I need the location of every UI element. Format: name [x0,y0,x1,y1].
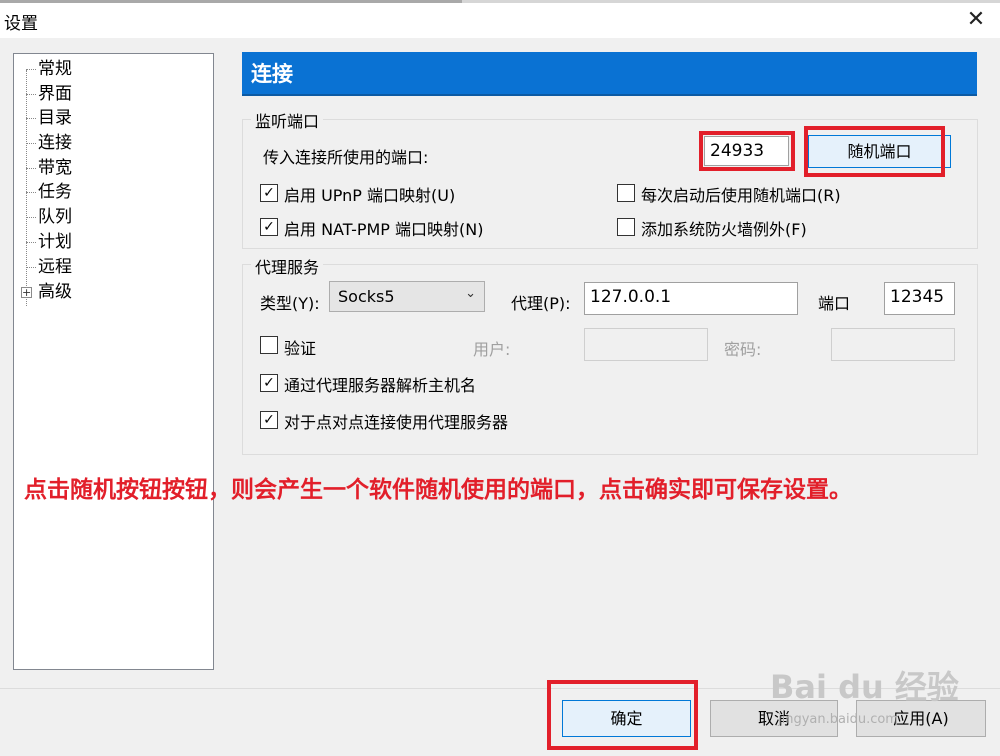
user-label: 用户: [473,340,511,359]
sidebar-item-advanced[interactable]: 高级 [38,281,72,303]
tree-connector [26,94,36,95]
section-title: 连接 [251,62,293,86]
tree-connector [26,143,36,144]
resolve-hostname-label: 通过代理服务器解析主机名 [284,376,477,395]
incoming-port-label: 传入连接所使用的端口: [263,148,429,167]
title-bar [0,0,1000,38]
tree-connector [26,118,36,119]
expand-icon[interactable]: + [21,287,32,298]
proxy-type-label: 类型(Y): [260,294,320,313]
highlight-ok-button [547,680,698,750]
sidebar-item-directories[interactable]: 目录 [38,107,72,129]
watermark-url: jingyan.baidu.com [778,712,898,727]
tree-connector [26,168,36,169]
proxy-address-label: 代理(P): [511,294,571,313]
upnp-checkbox[interactable]: ✓ [260,184,278,202]
tree-connector [26,242,36,243]
section-header [242,52,977,96]
sidebar-item-tasks[interactable]: 任务 [38,181,72,203]
proxy-address-input[interactable]: 127.0.0.1 [584,282,798,315]
sidebar-item-queue[interactable]: 队列 [38,206,72,228]
upnp-label: 启用 UPnP 端口映射(U) [284,186,456,205]
natpmp-label: 启用 NAT-PMP 端口映射(N) [284,220,484,239]
user-input[interactable] [584,328,708,361]
settings-tree[interactable]: 常规 界面 目录 连接 带宽 任务 队列 计划 远程 + 高级 [13,53,214,670]
listen-port-group-label: 监听端口 [251,108,324,132]
password-label: 密码: [724,340,762,359]
natpmp-checkbox[interactable]: ✓ [260,218,278,236]
proxy-group-label: 代理服务 [251,254,324,278]
sidebar-item-bandwidth[interactable]: 带宽 [38,157,72,179]
window-top-edge-light [462,0,1000,3]
sidebar-item-remote[interactable]: 远程 [38,256,72,278]
p2p-proxy-label: 对于点对点连接使用代理服务器 [284,413,509,432]
proxy-port-label: 端口 [818,294,851,313]
tree-connector [26,69,36,70]
window-title: 设置 [4,14,38,34]
close-icon[interactable]: ✕ [962,6,990,34]
annotation-text: 点击随机按钮按钮，则会产生一个软件随机使用的端口，点击确实即可保存设置。 [24,477,852,503]
proxy-type-value: Socks5 [338,287,395,306]
chevron-down-icon: ⌄ [465,286,476,301]
tree-connector [26,217,36,218]
random-each-start-checkbox[interactable] [617,184,635,202]
p2p-proxy-checkbox[interactable]: ✓ [260,411,278,429]
tree-connector [26,192,36,193]
firewall-label: 添加系统防火墙例外(F) [641,220,807,239]
sidebar-item-general[interactable]: 常规 [38,58,72,80]
password-input[interactable] [831,328,955,361]
sidebar-item-interface[interactable]: 界面 [38,83,72,105]
resolve-hostname-checkbox[interactable]: ✓ [260,374,278,392]
sidebar-item-schedule[interactable]: 计划 [38,231,72,253]
tree-connector [26,70,27,306]
firewall-checkbox[interactable] [617,218,635,236]
random-each-start-label: 每次启动后使用随机端口(R) [641,186,841,205]
proxy-type-select[interactable]: Socks5 ⌄ [329,281,485,312]
highlight-port-input [699,131,795,171]
proxy-port-input[interactable]: 12345 [884,282,955,315]
tree-connector [26,267,36,268]
auth-checkbox[interactable] [260,336,278,354]
auth-label: 验证 [284,339,317,358]
highlight-random-button [804,126,945,177]
watermark-logo: Bai du 经验 [770,668,959,706]
sidebar-item-connection[interactable]: 连接 [38,132,72,154]
